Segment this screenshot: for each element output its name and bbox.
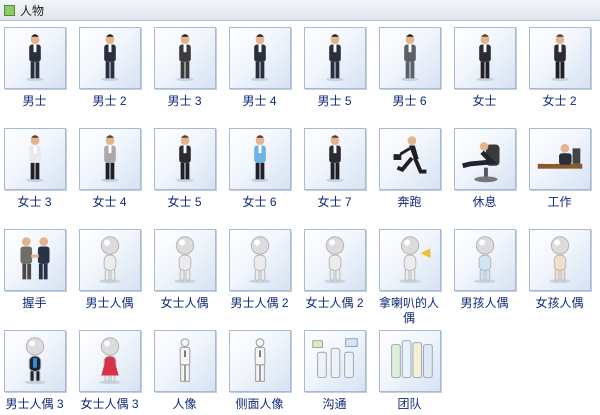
shape-thumbnail[interactable] <box>379 27 441 89</box>
shape-thumbnail[interactable] <box>304 330 366 392</box>
shape-label: 女士 4 <box>92 195 127 209</box>
shape-label: 女士人偶 2 <box>305 296 364 310</box>
shape-thumbnail[interactable] <box>529 128 591 190</box>
shape-item[interactable]: 奔跑 <box>378 128 453 210</box>
shape-thumbnail[interactable] <box>304 27 366 89</box>
shape-thumbnail[interactable] <box>4 229 66 291</box>
shape-item[interactable]: 女孩人偶 <box>528 229 600 311</box>
green-square-icon <box>4 4 15 16</box>
shape-thumbnail[interactable] <box>79 229 141 291</box>
shape-thumbnail[interactable] <box>154 27 216 89</box>
shape-item[interactable]: 沟通 <box>303 330 378 412</box>
shape-item[interactable]: 女士人偶 3 <box>78 330 153 412</box>
shape-item[interactable]: 工作 <box>528 128 600 210</box>
shape-item[interactable]: 握手 <box>3 229 78 311</box>
shape-label: 休息 <box>472 195 497 209</box>
shape-thumbnail[interactable] <box>379 330 441 392</box>
shape-thumbnail[interactable] <box>454 27 516 89</box>
shape-item[interactable]: 女士 4 <box>78 128 153 210</box>
shape-label: 女孩人偶 <box>535 296 584 310</box>
shape-item[interactable]: 女士 5 <box>153 128 228 210</box>
shape-thumbnail[interactable] <box>154 330 216 392</box>
shape-item[interactable]: 男士 4 <box>228 27 303 109</box>
shape-item[interactable]: 男士 <box>3 27 78 109</box>
shape-item[interactable]: 男士人偶 <box>78 229 153 311</box>
shape-label: 团队 <box>397 397 422 411</box>
shape-label: 奔跑 <box>397 195 422 209</box>
shape-thumbnail[interactable] <box>4 330 66 392</box>
shape-item[interactable]: 男士 2 <box>78 27 153 109</box>
shape-label: 男士 6 <box>392 94 427 108</box>
shape-thumbnail[interactable] <box>229 229 291 291</box>
shape-thumbnail[interactable] <box>229 330 291 392</box>
shape-item[interactable]: 男士人偶 2 <box>228 229 303 311</box>
shape-thumbnail[interactable] <box>454 229 516 291</box>
shape-label: 工作 <box>547 195 572 209</box>
shape-label: 人像 <box>172 397 197 411</box>
shape-thumbnail[interactable] <box>4 128 66 190</box>
shape-thumbnail[interactable] <box>454 128 516 190</box>
shape-item[interactable]: 休息 <box>453 128 528 210</box>
shape-label: 拿喇叭的人偶 <box>378 296 439 325</box>
shape-label: 女士 5 <box>167 195 202 209</box>
shape-thumbnail[interactable] <box>304 229 366 291</box>
shape-thumbnail[interactable] <box>529 229 591 291</box>
shape-item[interactable]: 团队 <box>378 330 453 412</box>
shape-item[interactable]: 女士 6 <box>228 128 303 210</box>
shape-item[interactable]: 女士 <box>453 27 528 109</box>
shape-thumbnail[interactable] <box>529 27 591 89</box>
shape-label: 男孩人偶 <box>460 296 509 310</box>
shape-label: 男士人偶 <box>85 296 134 310</box>
shape-thumbnail[interactable] <box>304 128 366 190</box>
shape-label: 女士 6 <box>242 195 277 209</box>
shape-label: 女士人偶 <box>160 296 209 310</box>
shape-item[interactable]: 女士人偶 <box>153 229 228 311</box>
shape-label: 女士 7 <box>317 195 352 209</box>
shape-item[interactable]: 男士 6 <box>378 27 453 109</box>
shape-label: 男士 <box>22 94 47 108</box>
shape-thumbnail[interactable] <box>379 128 441 190</box>
shape-item[interactable]: 男孩人偶 <box>453 229 528 311</box>
shape-item[interactable]: 女士人偶 2 <box>303 229 378 311</box>
shape-thumbnail[interactable] <box>229 27 291 89</box>
shape-item[interactable]: 女士 7 <box>303 128 378 210</box>
shape-item[interactable]: 人像 <box>153 330 228 412</box>
shape-thumbnail[interactable] <box>229 128 291 190</box>
shape-item[interactable]: 侧面人像 <box>228 330 303 412</box>
shape-thumbnail[interactable] <box>379 229 441 291</box>
shape-label: 女士 <box>472 94 497 108</box>
shape-label: 男士 5 <box>317 94 352 108</box>
shape-item[interactable]: 男士人偶 3 <box>3 330 78 412</box>
shape-label: 女士 3 <box>17 195 52 209</box>
shape-thumbnail[interactable] <box>154 128 216 190</box>
shape-label: 握手 <box>22 296 47 310</box>
shape-thumbnail[interactable] <box>79 27 141 89</box>
shape-label: 男士人偶 3 <box>5 397 64 411</box>
shape-thumbnail[interactable] <box>79 330 141 392</box>
panel-title: 人物 <box>20 3 45 18</box>
shape-item[interactable]: 拿喇叭的人偶 <box>378 229 453 326</box>
shape-thumbnail[interactable] <box>79 128 141 190</box>
panel-header[interactable]: 人物 <box>0 0 600 21</box>
shape-label: 沟通 <box>322 397 347 411</box>
shape-label: 女士人偶 3 <box>80 397 139 411</box>
shape-label: 男士 3 <box>167 94 202 108</box>
shape-thumbnail[interactable] <box>4 27 66 89</box>
shape-item[interactable]: 女士 3 <box>3 128 78 210</box>
shape-item[interactable]: 男士 3 <box>153 27 228 109</box>
shapes-panel: 人物 男士 男士 2 男士 3 男士 4 男士 5 男士 6 女士 女士 2 女… <box>0 0 600 415</box>
shape-label: 侧面人像 <box>235 397 284 411</box>
shapes-grid: 男士 男士 2 男士 3 男士 4 男士 5 男士 6 女士 女士 2 女士 3… <box>0 21 600 415</box>
shape-label: 男士 4 <box>242 94 277 108</box>
shape-thumbnail[interactable] <box>154 229 216 291</box>
shape-item[interactable]: 男士 5 <box>303 27 378 109</box>
shape-label: 男士人偶 2 <box>230 296 289 310</box>
shape-label: 男士 2 <box>92 94 127 108</box>
shape-label: 女士 2 <box>542 94 577 108</box>
shape-item[interactable]: 女士 2 <box>528 27 600 109</box>
